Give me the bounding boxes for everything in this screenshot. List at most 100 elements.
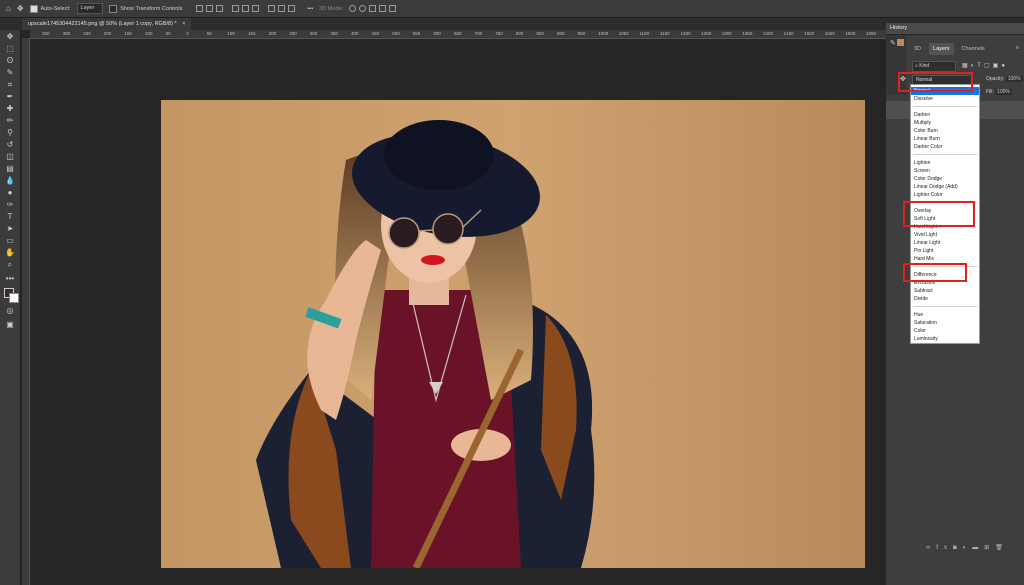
zoom-tool-icon[interactable]: ⌕ bbox=[5, 260, 15, 270]
align-top-icon[interactable] bbox=[196, 5, 204, 12]
distribute-h-icon[interactable] bbox=[278, 5, 286, 12]
blend-mode-option-hue[interactable]: Hue bbox=[914, 311, 923, 319]
background-color-swatch[interactable] bbox=[9, 293, 19, 303]
blend-mode-option-dissolve[interactable]: Dissolve bbox=[914, 95, 933, 103]
home-icon[interactable]: ⌂ bbox=[6, 4, 11, 13]
show-transform-checkbox[interactable] bbox=[109, 4, 118, 13]
shape-filter-icon[interactable]: ▢ bbox=[984, 63, 993, 69]
blend-mode-option-darker-color[interactable]: Darker Color bbox=[914, 143, 942, 151]
roll-3d-icon[interactable] bbox=[358, 5, 366, 12]
ruler-tick-label: 300 bbox=[62, 31, 71, 36]
blend-mode-option-screen[interactable]: Screen bbox=[914, 167, 930, 175]
eyedropper-tool-icon[interactable]: ✒ bbox=[5, 92, 15, 102]
ruler-tick-label: 1000 bbox=[598, 31, 609, 36]
new-group-icon[interactable]: ▬ bbox=[972, 545, 984, 551]
blend-mode-option-lighten[interactable]: Lighten bbox=[914, 159, 930, 167]
history-brush-tool-icon[interactable]: ↺ bbox=[5, 140, 15, 150]
slide-3d-icon[interactable] bbox=[378, 5, 386, 12]
layer-style-icon[interactable]: fx bbox=[936, 545, 953, 551]
align-bottom-icon[interactable] bbox=[216, 5, 224, 12]
blend-mode-option-saturation[interactable]: Saturation bbox=[914, 319, 937, 327]
blend-mode-option-divide[interactable]: Divide bbox=[914, 295, 928, 303]
document-tab[interactable]: upscale1745304422145.png @ 50% (Layer 1 … bbox=[22, 18, 192, 30]
link-layers-icon[interactable]: ∞ bbox=[926, 545, 936, 551]
move-tool-icon[interactable]: ✥ bbox=[17, 4, 24, 13]
blend-mode-option-darken[interactable]: Darken bbox=[914, 111, 930, 119]
layer-filter-dropdown[interactable]: ⌕ Kind bbox=[912, 61, 956, 72]
ruler-tick-label: 500 bbox=[392, 31, 400, 36]
blend-mode-option-pin-light[interactable]: Pin Light bbox=[914, 247, 933, 255]
crop-tool-icon[interactable]: ⌗ bbox=[5, 80, 15, 90]
show-transform-toggle[interactable]: Show Transform Controls bbox=[109, 4, 182, 13]
hand-tool-icon[interactable]: ✋ bbox=[5, 248, 15, 258]
close-icon[interactable]: × bbox=[182, 21, 185, 27]
blend-mode-option-luminosity[interactable]: Luminosity bbox=[914, 335, 938, 343]
brush-tool-icon[interactable]: ✏ bbox=[5, 116, 15, 126]
marquee-tool-icon[interactable]: ⬚ bbox=[5, 44, 15, 54]
quick-select-tool-icon[interactable]: ✎ bbox=[5, 68, 15, 78]
lasso-tool-icon[interactable]: ʘ bbox=[5, 56, 15, 66]
history-panel-header[interactable]: History bbox=[886, 23, 1024, 34]
pan-3d-icon[interactable] bbox=[368, 5, 376, 12]
quick-mask-icon[interactable]: ◎ bbox=[5, 306, 15, 316]
pen-tool-icon[interactable]: ✑ bbox=[5, 200, 15, 210]
fill-field[interactable]: 100% bbox=[995, 89, 1012, 95]
clone-stamp-tool-icon[interactable]: ⚲ bbox=[5, 128, 15, 138]
screen-mode-icon[interactable]: ▣ bbox=[5, 320, 15, 330]
rectangle-tool-icon[interactable]: ▭ bbox=[5, 236, 15, 246]
orbit-3d-icon[interactable] bbox=[348, 5, 356, 12]
healing-brush-tool-icon[interactable]: ✚ bbox=[5, 104, 15, 114]
tab-layers[interactable]: Layers bbox=[929, 43, 954, 55]
add-mask-icon[interactable]: ◙ bbox=[953, 545, 963, 551]
type-filter-icon[interactable]: T bbox=[977, 63, 984, 69]
horizontal-ruler: 350 300 250 200 150 100 50 0 50 100 150 200 250 300 35… bbox=[30, 30, 886, 39]
align-center-icon[interactable] bbox=[242, 5, 250, 12]
tab-channels[interactable]: Channels bbox=[958, 43, 989, 55]
scale-3d-icon[interactable] bbox=[388, 5, 396, 12]
blend-mode-option-color-dodge[interactable]: Color Dodge bbox=[914, 175, 942, 183]
smart-filter-icon[interactable]: ▣ bbox=[993, 63, 1002, 69]
type-tool-icon[interactable]: T bbox=[5, 212, 15, 222]
panel-menu-icon[interactable]: ≡ bbox=[1016, 45, 1019, 51]
gradient-tool-icon[interactable]: ▤ bbox=[5, 164, 15, 174]
adjustment-layer-icon[interactable]: ◐ bbox=[963, 545, 973, 551]
blend-mode-option-vivid-light[interactable]: Vivid Light bbox=[914, 231, 937, 239]
blend-mode-option-multiply[interactable]: Multiply bbox=[914, 119, 931, 127]
tab-3d[interactable]: 3D bbox=[910, 43, 925, 55]
eraser-tool-icon[interactable]: ◫ bbox=[5, 152, 15, 162]
blend-mode-option-linear-burn[interactable]: Linear Burn bbox=[914, 135, 940, 143]
path-select-tool-icon[interactable]: ➤ bbox=[5, 224, 15, 234]
blend-mode-option-linear-light[interactable]: Linear Light bbox=[914, 239, 940, 247]
blend-mode-option-hard-mix[interactable]: Hard Mix bbox=[914, 255, 934, 263]
opacity-field[interactable]: 100% bbox=[1005, 76, 1023, 82]
blur-tool-icon[interactable]: 💧 bbox=[5, 176, 15, 186]
more-tools-icon[interactable]: ••• bbox=[5, 274, 15, 284]
ruler-tick-label: 1200 bbox=[680, 31, 691, 36]
more-options-icon[interactable]: ••• bbox=[307, 6, 313, 12]
auto-select-target-dropdown[interactable]: Layer bbox=[76, 3, 104, 14]
history-brush-icon[interactable]: ✎ bbox=[890, 39, 896, 47]
blend-mode-option-subtract[interactable]: Subtract bbox=[914, 287, 933, 295]
distribute-icon[interactable] bbox=[268, 5, 276, 12]
ruler-tick-label: 350 bbox=[330, 31, 338, 36]
align-left-icon[interactable] bbox=[232, 5, 240, 12]
delete-layer-icon[interactable]: 🗑 bbox=[995, 545, 1009, 551]
new-layer-icon[interactable]: ⊞ bbox=[984, 545, 995, 551]
ruler-tick-label: 600 bbox=[433, 31, 441, 36]
filter-toggle-icon[interactable]: ● bbox=[1001, 63, 1008, 69]
blend-mode-option-linear-dodge-add[interactable]: Linear Dodge (Add) bbox=[914, 183, 958, 191]
options-bar: ⌂ ✥ Auto-Select: Layer Show Transform Co… bbox=[0, 0, 1024, 18]
blend-mode-option-color[interactable]: Color bbox=[914, 327, 926, 335]
dodge-tool-icon[interactable]: ● bbox=[5, 188, 15, 198]
blend-mode-option-lighter-color[interactable]: Lighter Color bbox=[914, 191, 943, 199]
distribute-v-icon[interactable] bbox=[288, 5, 296, 12]
history-snapshot-thumbnail[interactable] bbox=[897, 39, 904, 46]
canvas-image[interactable] bbox=[161, 100, 865, 568]
pixel-filter-icon[interactable]: ▦ bbox=[962, 63, 971, 69]
auto-select-toggle[interactable]: Auto-Select: bbox=[29, 4, 71, 13]
align-middle-icon[interactable] bbox=[206, 5, 214, 12]
align-right-icon[interactable] bbox=[252, 5, 260, 12]
move-tool-icon[interactable]: ✥ bbox=[5, 32, 15, 42]
auto-select-checkbox[interactable] bbox=[29, 4, 38, 13]
blend-mode-option-color-burn[interactable]: Color Burn bbox=[914, 127, 938, 135]
